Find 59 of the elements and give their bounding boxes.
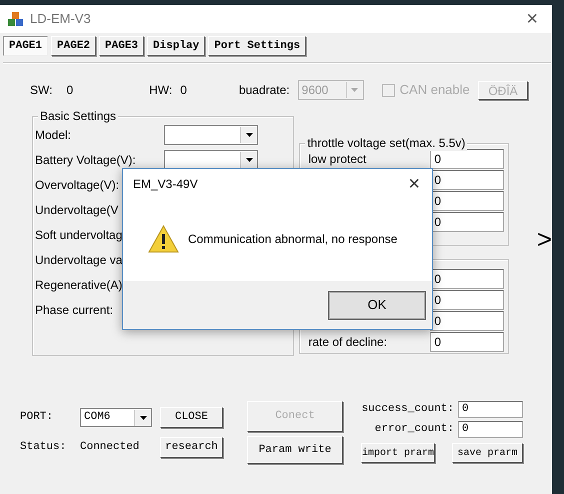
next-arrow[interactable]: > xyxy=(536,226,552,254)
dropdown-arrow-icon xyxy=(351,88,358,92)
save-button[interactable]: save prarm xyxy=(452,443,523,463)
field-label: error_count: xyxy=(374,422,454,438)
field-label: Soft undervoltag xyxy=(35,226,122,244)
input-field[interactable]: 0 xyxy=(430,170,504,190)
close-button[interactable]: × xyxy=(408,174,420,194)
hw-value: 0 xyxy=(180,82,187,99)
field-label: Model: xyxy=(35,126,72,144)
tab[interactable]: PAGE2 xyxy=(51,36,96,56)
dropdown[interactable]: COM6 xyxy=(80,408,152,427)
window-title: LD-EM-V3 xyxy=(30,10,91,28)
dropdown-arrow-icon xyxy=(246,132,253,136)
field-label: Undervoltage(V xyxy=(35,202,118,218)
field-label: Phase current: xyxy=(35,302,114,318)
input-field[interactable]: 0 xyxy=(458,421,523,438)
input-field[interactable]: 0 xyxy=(430,310,504,330)
input-field[interactable]: 0 xyxy=(430,268,504,288)
dialog-message: Communication abnormal, no response xyxy=(188,231,398,248)
close-button[interactable]: × xyxy=(526,9,538,29)
dropdown[interactable] xyxy=(164,150,258,170)
field-label: Regenerative(A) xyxy=(35,276,122,294)
dropdown[interactable] xyxy=(164,124,258,144)
tab[interactable]: Display xyxy=(147,36,206,56)
baudrate-label: buadrate: xyxy=(238,82,290,99)
input-field[interactable]: 0 xyxy=(430,212,504,232)
input-field[interactable]: 0 xyxy=(458,401,523,418)
group-title: Basic Settings xyxy=(38,109,118,124)
tab[interactable]: Port Settings xyxy=(208,36,306,56)
input-field[interactable]: 0 xyxy=(430,190,504,210)
field-label: low protect xyxy=(307,150,368,168)
close-port-button[interactable]: CLOSE xyxy=(160,407,223,428)
dropdown-arrow-icon xyxy=(246,158,253,162)
param-write-button[interactable]: Param write xyxy=(247,436,343,464)
field-label: Battery Voltage(V): xyxy=(35,152,136,168)
input-field[interactable]: 0 xyxy=(430,148,504,168)
dialog-title: EM_V3-49V xyxy=(133,176,198,193)
group-title: throttle voltage set(max. 5.5v) xyxy=(305,136,468,151)
input-field[interactable]: 0 xyxy=(430,290,504,310)
status-label: Status: xyxy=(20,440,68,456)
field-label: Undervoltage va xyxy=(35,252,122,268)
sw-value: 0 xyxy=(66,82,74,99)
field-label: rate of decline: xyxy=(307,334,388,350)
status-value: Connected xyxy=(80,440,140,456)
import-button[interactable]: import prarm xyxy=(361,443,435,463)
tab[interactable]: PAGE3 xyxy=(99,36,144,56)
dropdown-arrow-icon xyxy=(140,416,146,420)
warning-icon xyxy=(148,225,179,253)
port-label: PORT: xyxy=(20,410,54,426)
hw-label: HW: xyxy=(149,82,172,99)
app-icon xyxy=(8,11,24,27)
checkbox-label: CAN enable xyxy=(400,81,470,100)
input-field[interactable]: 0 xyxy=(430,332,504,352)
ok-button[interactable]: OK xyxy=(329,292,425,318)
sw-label: SW: xyxy=(30,82,52,99)
tab[interactable]: PAGE1 xyxy=(3,36,48,56)
field-label: Overvoltage(V): xyxy=(35,176,120,194)
research-button[interactable]: research xyxy=(160,437,223,458)
field-label: success_count: xyxy=(362,402,454,418)
